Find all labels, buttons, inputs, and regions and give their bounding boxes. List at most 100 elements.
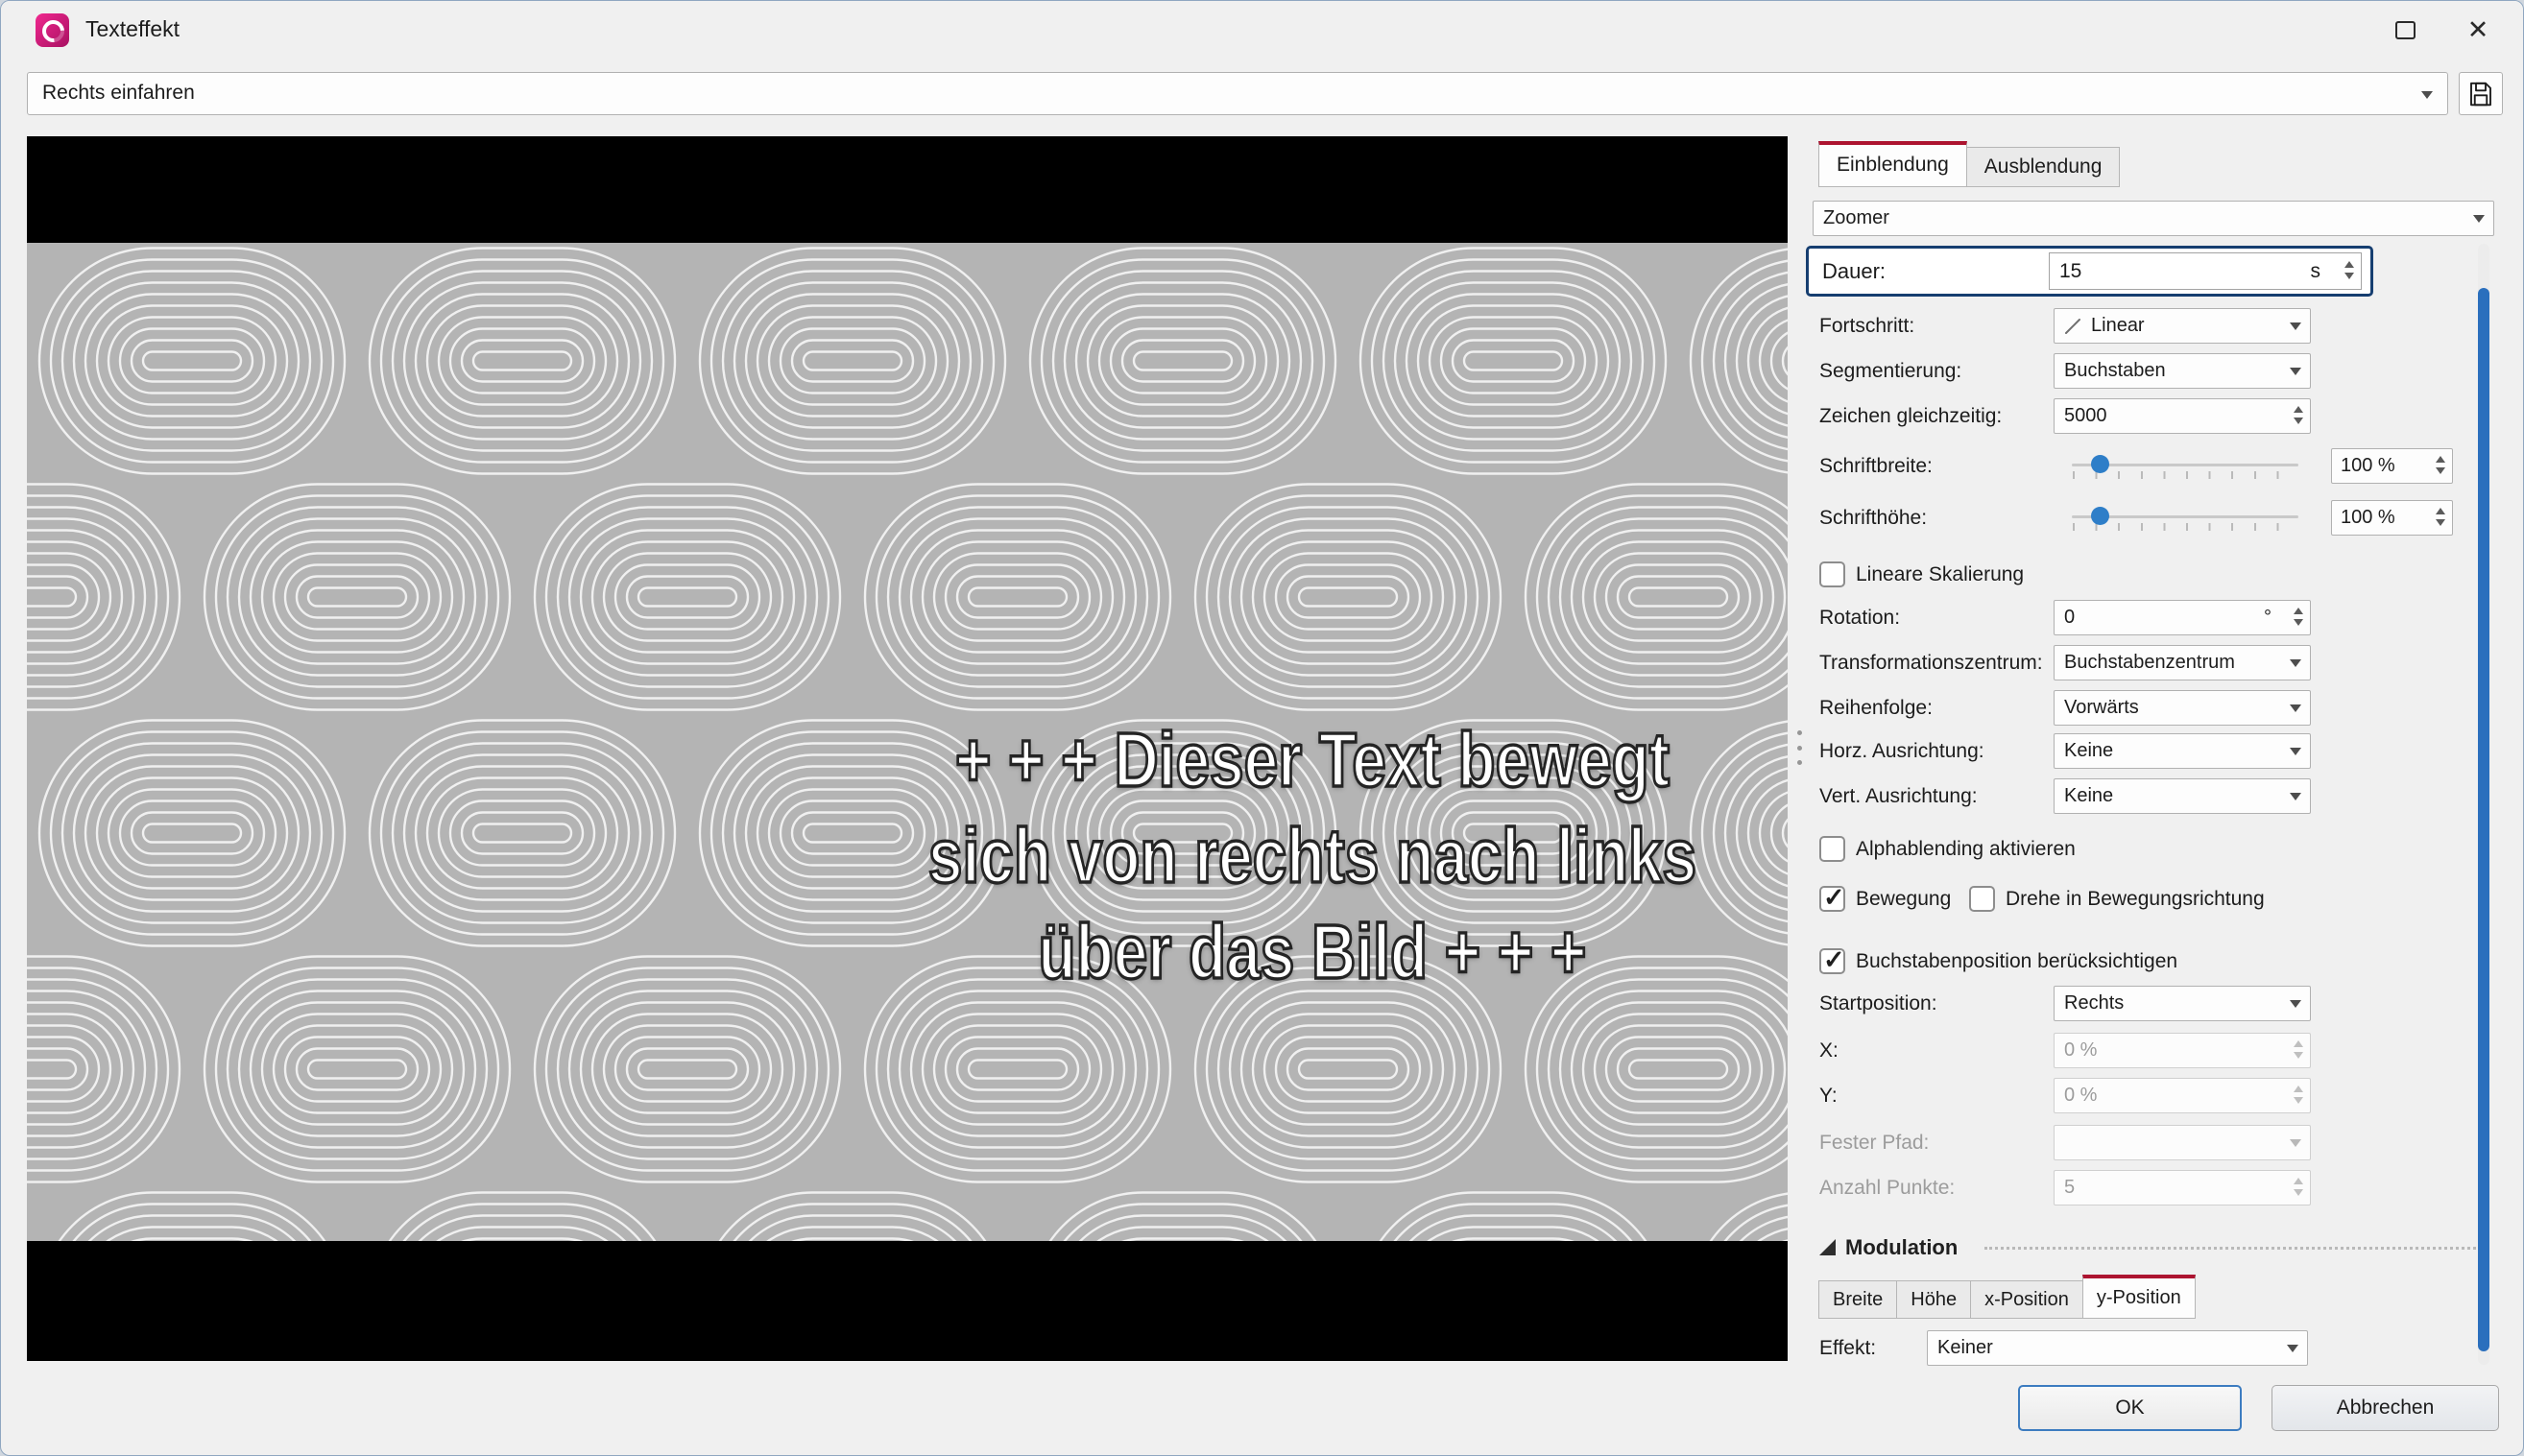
- alphablending-checkbox[interactable]: [1819, 836, 1845, 862]
- row-transformationszentrum: Transformationszentrum: Buchstabenzentru…: [1812, 645, 2501, 680]
- splitter-handle[interactable]: [1795, 730, 1804, 765]
- slider-handle[interactable]: [2091, 507, 2109, 525]
- y-spinfield-disabled: 0 %: [2054, 1078, 2311, 1113]
- slider-ticks: [2073, 523, 2298, 531]
- maximize-button[interactable]: [2373, 1, 2437, 59]
- schrifthoehe-slider[interactable]: [2070, 503, 2300, 534]
- modulation-effekt-dropdown[interactable]: Keiner: [1927, 1330, 2308, 1366]
- schrifthoehe-spinfield[interactable]: 100 %: [2331, 500, 2453, 536]
- drehe-checkbox[interactable]: [1969, 886, 1995, 912]
- row-y: Y: 0 %: [1812, 1078, 2501, 1113]
- segmentierung-label: Segmentierung:: [1819, 360, 1962, 382]
- row-modulation-effekt: Effekt: Keiner: [1812, 1330, 2501, 1366]
- segmentierung-dropdown[interactable]: Buchstaben: [2054, 353, 2311, 389]
- lineare-skalierung-label: Lineare Skalierung: [1856, 563, 2025, 585]
- chevron-down-icon: [2290, 1000, 2301, 1008]
- tab-einblendung[interactable]: Einblendung: [1818, 141, 1967, 187]
- alphablending-label: Alphablending aktivieren: [1856, 838, 2076, 860]
- modulation-collapse-icon[interactable]: [1819, 1239, 1836, 1255]
- fortschritt-label: Fortschritt:: [1819, 315, 1915, 337]
- einblendung-effect-dropdown[interactable]: Zoomer: [1813, 201, 2494, 236]
- row-x: X: 0 %: [1812, 1033, 2501, 1068]
- preview-canvas[interactable]: + + + Dieser Text bewegt sich von rechts…: [27, 136, 1788, 1361]
- chevron-down-icon: [2287, 1345, 2298, 1352]
- segmentierung-value: Buchstaben: [2064, 360, 2166, 381]
- x-spinfield-disabled: 0 %: [2054, 1033, 2311, 1068]
- save-preset-button[interactable]: [2459, 72, 2503, 115]
- rotation-unit: °: [2264, 607, 2272, 628]
- transformationszentrum-value: Buchstabenzentrum: [2064, 652, 2235, 673]
- row-fester-pfad: Fester Pfad:: [1812, 1125, 2501, 1160]
- vert-ausrichtung-value: Keine: [2064, 785, 2114, 806]
- y-label: Y:: [1819, 1085, 1838, 1107]
- startposition-dropdown[interactable]: Rechts: [2054, 986, 2311, 1021]
- tab-ausblendung[interactable]: Ausblendung: [1965, 147, 2121, 187]
- schriftbreite-label: Schriftbreite:: [1819, 455, 1933, 477]
- horz-ausrichtung-label: Horz. Ausrichtung:: [1819, 740, 1984, 762]
- row-schrifthoehe: Schrifthöhe: 100 %: [1812, 500, 2501, 536]
- dauer-input[interactable]: 15 s: [2049, 252, 2362, 290]
- dauer-spinner[interactable]: [2344, 261, 2354, 279]
- row-alphablending: Alphablending aktivieren: [1812, 831, 2501, 867]
- chevron-down-icon: [2421, 91, 2433, 99]
- transformationszentrum-label: Transformationszentrum:: [1819, 652, 2043, 674]
- bewegung-checkbox[interactable]: [1819, 883, 1845, 913]
- schrifthoehe-spinner[interactable]: [2436, 508, 2445, 526]
- y-spinner: [2294, 1086, 2303, 1104]
- zeichen-spinfield[interactable]: 5000: [2054, 398, 2311, 434]
- row-schriftbreite: Schriftbreite: 100 %: [1812, 448, 2501, 484]
- row-bewegung: Bewegung Drehe in Bewegungsrichtung: [1812, 881, 2501, 917]
- fortschritt-dropdown[interactable]: Linear: [2054, 308, 2311, 344]
- slider-handle[interactable]: [2091, 455, 2109, 473]
- horz-ausrichtung-dropdown[interactable]: Keine: [2054, 733, 2311, 769]
- row-buchstabenposition: Buchstabenposition berücksichtigen: [1812, 943, 2501, 979]
- cancel-button[interactable]: Abbrechen: [2272, 1385, 2499, 1431]
- anzahl-punkte-spinner: [2294, 1178, 2303, 1196]
- chevron-down-icon: [2473, 215, 2485, 223]
- fester-pfad-label: Fester Pfad:: [1819, 1132, 1930, 1154]
- schriftbreite-slider[interactable]: [2070, 451, 2300, 482]
- row-zeichen-gleichzeitig: Zeichen gleichzeitig: 5000: [1812, 398, 2501, 434]
- schriftbreite-spinner[interactable]: [2436, 456, 2445, 474]
- zeichen-value: 5000: [2064, 405, 2107, 426]
- anzahl-punkte-spinfield-disabled: 5: [2054, 1170, 2311, 1205]
- close-icon: ✕: [2466, 14, 2489, 44]
- anzahl-punkte-label: Anzahl Punkte:: [1819, 1177, 1956, 1199]
- modulation-divider: [1984, 1247, 2476, 1250]
- panel-scrollbar-track[interactable]: [2478, 244, 2489, 1365]
- chevron-down-icon: [2290, 322, 2301, 330]
- close-button[interactable]: ✕: [2446, 1, 2510, 59]
- transformationszentrum-dropdown[interactable]: Buchstabenzentrum: [2054, 645, 2311, 680]
- lineare-skalierung-checkbox[interactable]: [1819, 561, 1845, 587]
- anzahl-punkte-value: 5: [2064, 1177, 2076, 1198]
- rotation-label: Rotation:: [1819, 607, 1901, 629]
- startposition-value: Rechts: [2064, 992, 2125, 1014]
- panel-scrollbar-thumb[interactable]: [2478, 288, 2489, 1351]
- titlebar: Texteffekt ✕: [1, 1, 2523, 59]
- schrifthoehe-value: 100 %: [2341, 507, 2395, 528]
- tab-breite[interactable]: Breite: [1818, 1280, 1898, 1319]
- vert-ausrichtung-dropdown[interactable]: Keine: [2054, 778, 2311, 814]
- x-label: X:: [1819, 1039, 1839, 1062]
- x-spinner: [2294, 1040, 2303, 1059]
- reihenfolge-dropdown[interactable]: Vorwärts: [2054, 690, 2311, 726]
- text-line-1: + + + Dieser Text bewegt: [953, 715, 1671, 803]
- dauer-label: Dauer:: [1822, 259, 1887, 283]
- tab-x-position[interactable]: x-Position: [1970, 1280, 2083, 1319]
- rotation-spinner[interactable]: [2294, 608, 2303, 626]
- zeichen-spinner[interactable]: [2294, 406, 2303, 424]
- modulation-title: Modulation: [1845, 1235, 1959, 1259]
- buchstabenposition-checkbox[interactable]: [1819, 945, 1845, 975]
- rotation-value: 0: [2064, 607, 2076, 628]
- startposition-label: Startposition:: [1819, 992, 1937, 1014]
- schriftbreite-value: 100 %: [2341, 455, 2395, 476]
- preset-combobox[interactable]: Rechts einfahren: [27, 72, 2448, 115]
- fortschritt-value: Linear: [2091, 315, 2145, 336]
- schriftbreite-spinfield[interactable]: 100 %: [2331, 448, 2453, 484]
- settings-panel: Einblendung Ausblendung Zoomer Dauer: 15…: [1806, 136, 2501, 1371]
- tab-y-position[interactable]: y-Position: [2081, 1275, 2196, 1319]
- ok-button[interactable]: OK: [2018, 1385, 2242, 1431]
- dauer-row-highlighted: Dauer: 15 s: [1806, 246, 2373, 297]
- tab-hoehe[interactable]: Höhe: [1896, 1280, 1972, 1319]
- rotation-spinfield[interactable]: 0 °: [2054, 600, 2311, 635]
